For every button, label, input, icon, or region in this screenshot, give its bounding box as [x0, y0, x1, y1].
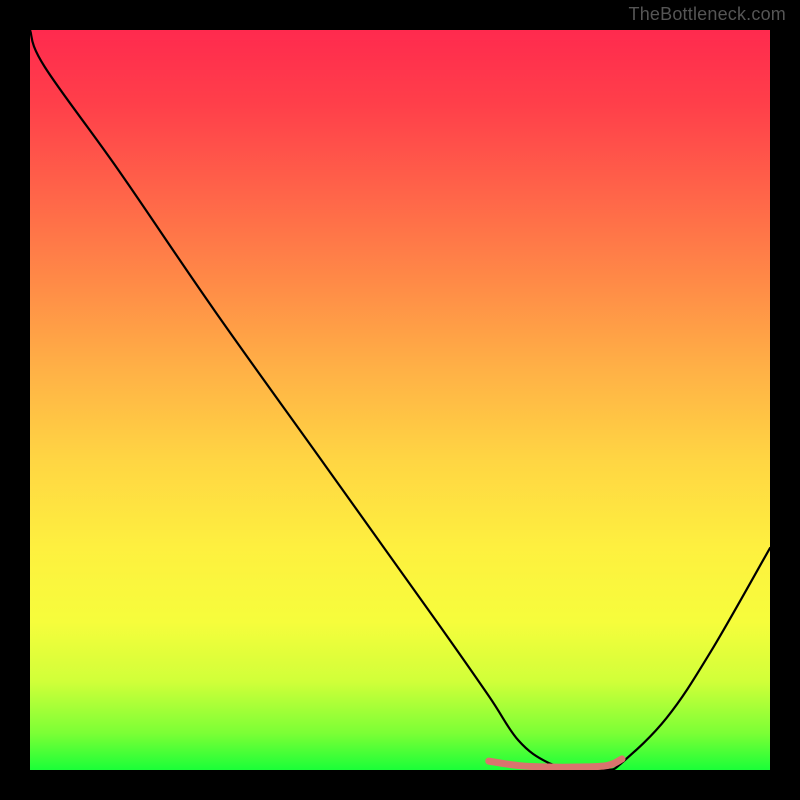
attribution-text: TheBottleneck.com: [629, 4, 786, 25]
chart-container: TheBottleneck.com: [0, 0, 800, 800]
plot-area: [30, 30, 770, 770]
bottleneck-curve: [30, 30, 770, 770]
flat-minimum-highlight: [489, 759, 622, 767]
curve-svg: [30, 30, 770, 770]
